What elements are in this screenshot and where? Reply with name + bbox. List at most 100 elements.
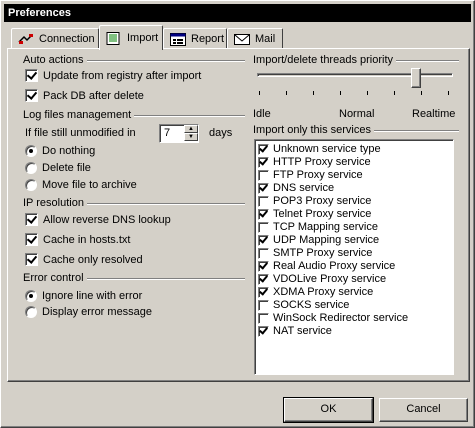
days-spinner[interactable]: 7 ▲ ▼ bbox=[159, 124, 199, 143]
radio-delete-file[interactable]: Delete file bbox=[25, 162, 91, 174]
checkbox-box[interactable] bbox=[25, 233, 38, 246]
service-checkbox[interactable] bbox=[258, 312, 269, 324]
slider-tick bbox=[340, 91, 341, 95]
days-value[interactable]: 7 bbox=[164, 127, 170, 139]
cache-resolved-checkbox[interactable]: Cache only resolved bbox=[25, 253, 143, 266]
radio-do-nothing[interactable]: Do nothing bbox=[25, 145, 95, 157]
service-item[interactable]: WinSock Redirector service bbox=[258, 312, 408, 324]
cancel-button[interactable]: Cancel bbox=[379, 398, 468, 422]
service-item[interactable]: SOCKS service bbox=[258, 299, 349, 311]
checkbox-box[interactable] bbox=[25, 89, 38, 102]
slider-thumb[interactable] bbox=[411, 68, 421, 88]
service-item[interactable]: SMTP Proxy service bbox=[258, 247, 372, 259]
slider-tick bbox=[394, 91, 395, 95]
unmodified-label: If file still unmodified in bbox=[25, 127, 136, 139]
service-item[interactable]: Telnet Proxy service bbox=[258, 208, 371, 220]
tab-connection[interactable]: Connection bbox=[11, 28, 99, 49]
radio-label: Ignore line with error bbox=[42, 290, 143, 302]
service-checkbox[interactable] bbox=[258, 260, 269, 272]
service-checkbox[interactable] bbox=[258, 325, 269, 337]
checkbox-label: Cache only resolved bbox=[43, 253, 143, 266]
section-title: Import only this services bbox=[253, 124, 374, 136]
slider-tick bbox=[313, 91, 314, 95]
service-item[interactable]: HTTP Proxy service bbox=[258, 156, 371, 168]
tab-mail[interactable]: Mail bbox=[227, 28, 283, 49]
tab-label: Report bbox=[191, 33, 225, 45]
update-registry-checkbox[interactable]: Update from registry after import bbox=[25, 69, 201, 82]
report-icon bbox=[170, 32, 186, 46]
slider-track[interactable] bbox=[257, 73, 453, 77]
section-title: Error control bbox=[23, 272, 87, 284]
service-checkbox[interactable] bbox=[258, 208, 269, 220]
radio-display-error[interactable]: Display error message bbox=[25, 306, 152, 318]
tab-label: Mail bbox=[255, 33, 276, 45]
service-item[interactable]: UDP Mapping service bbox=[258, 234, 379, 246]
service-checkbox[interactable] bbox=[258, 221, 269, 233]
checkbox-label: Update from registry after import bbox=[43, 69, 202, 82]
service-label: Telnet Proxy service bbox=[273, 208, 372, 220]
radio-circle[interactable] bbox=[25, 162, 37, 174]
service-checkbox[interactable] bbox=[258, 156, 269, 168]
pack-db-checkbox[interactable]: Pack DB after delete bbox=[25, 89, 144, 102]
tab-report[interactable]: Report bbox=[163, 28, 227, 49]
spin-up-button[interactable]: ▲ bbox=[184, 125, 198, 133]
services-listbox[interactable]: Unknown service type HTTP Proxy service FT… bbox=[254, 139, 454, 375]
service-item[interactable]: NAT service bbox=[258, 325, 332, 337]
service-item[interactable]: VDOLive Proxy service bbox=[258, 273, 386, 285]
priority-slider[interactable] bbox=[255, 68, 457, 95]
radio-circle[interactable] bbox=[25, 145, 37, 157]
service-label: NAT service bbox=[273, 325, 332, 337]
service-checkbox[interactable] bbox=[258, 169, 269, 181]
service-item[interactable]: FTP Proxy service bbox=[258, 169, 363, 181]
service-label: SOCKS service bbox=[273, 299, 350, 311]
checkbox-label: Pack DB after delete bbox=[43, 89, 144, 102]
tab-import[interactable]: Import bbox=[99, 25, 163, 50]
service-label: POP3 Proxy service bbox=[273, 195, 372, 207]
slider-tick bbox=[286, 91, 287, 95]
service-checkbox[interactable] bbox=[258, 299, 269, 311]
service-checkbox[interactable] bbox=[258, 247, 269, 259]
radio-ignore-error[interactable]: Ignore line with error bbox=[25, 290, 142, 302]
service-checkbox[interactable] bbox=[258, 143, 269, 155]
section-title: Log files management bbox=[23, 109, 135, 121]
radio-circle[interactable] bbox=[25, 306, 37, 318]
checkbox-label: Cache in hosts.txt bbox=[43, 233, 131, 246]
reverse-dns-checkbox[interactable]: Allow reverse DNS lookup bbox=[25, 213, 171, 226]
service-checkbox[interactable] bbox=[258, 234, 269, 246]
connection-icon bbox=[18, 33, 34, 46]
radio-circle[interactable] bbox=[25, 290, 37, 302]
cache-hosts-checkbox[interactable]: Cache in hosts.txt bbox=[25, 233, 130, 246]
preferences-window: Preferences Connection Import Report Mai… bbox=[0, 0, 475, 428]
title-bar: Preferences bbox=[4, 4, 471, 22]
service-item[interactable]: XDMA Proxy service bbox=[258, 286, 373, 298]
slider-tick bbox=[421, 91, 422, 95]
tab-label: Connection bbox=[39, 33, 95, 45]
service-label: WinSock Redirector service bbox=[273, 312, 409, 324]
service-checkbox[interactable] bbox=[258, 182, 269, 194]
service-item[interactable]: POP3 Proxy service bbox=[258, 195, 371, 207]
service-label: SMTP Proxy service bbox=[273, 247, 373, 259]
service-label: UDP Mapping service bbox=[273, 234, 380, 246]
service-item[interactable]: Real Audio Proxy service bbox=[258, 260, 395, 272]
radio-move-archive[interactable]: Move file to archive bbox=[25, 179, 137, 191]
spin-down-button[interactable]: ▼ bbox=[184, 133, 198, 141]
service-checkbox[interactable] bbox=[258, 286, 269, 298]
tab-label: Import bbox=[127, 32, 159, 44]
service-label: XDMA Proxy service bbox=[273, 286, 374, 298]
slider-tick bbox=[259, 91, 260, 95]
checkbox-box[interactable] bbox=[25, 69, 38, 82]
slider-tick bbox=[448, 91, 449, 95]
service-item[interactable]: DNS service bbox=[258, 182, 334, 194]
service-label: VDOLive Proxy service bbox=[273, 273, 387, 285]
service-checkbox[interactable] bbox=[258, 273, 269, 285]
service-item[interactable]: TCP Mapping service bbox=[258, 221, 378, 233]
section-title: IP resolution bbox=[23, 197, 87, 209]
service-checkbox[interactable] bbox=[258, 195, 269, 207]
checkbox-box[interactable] bbox=[25, 253, 38, 266]
radio-circle[interactable] bbox=[25, 179, 37, 191]
radio-label: Do nothing bbox=[42, 145, 96, 157]
ok-button[interactable]: OK bbox=[283, 397, 374, 423]
service-item[interactable]: Unknown service type bbox=[258, 143, 381, 155]
radio-label: Delete file bbox=[42, 162, 91, 174]
checkbox-box[interactable] bbox=[25, 213, 38, 226]
